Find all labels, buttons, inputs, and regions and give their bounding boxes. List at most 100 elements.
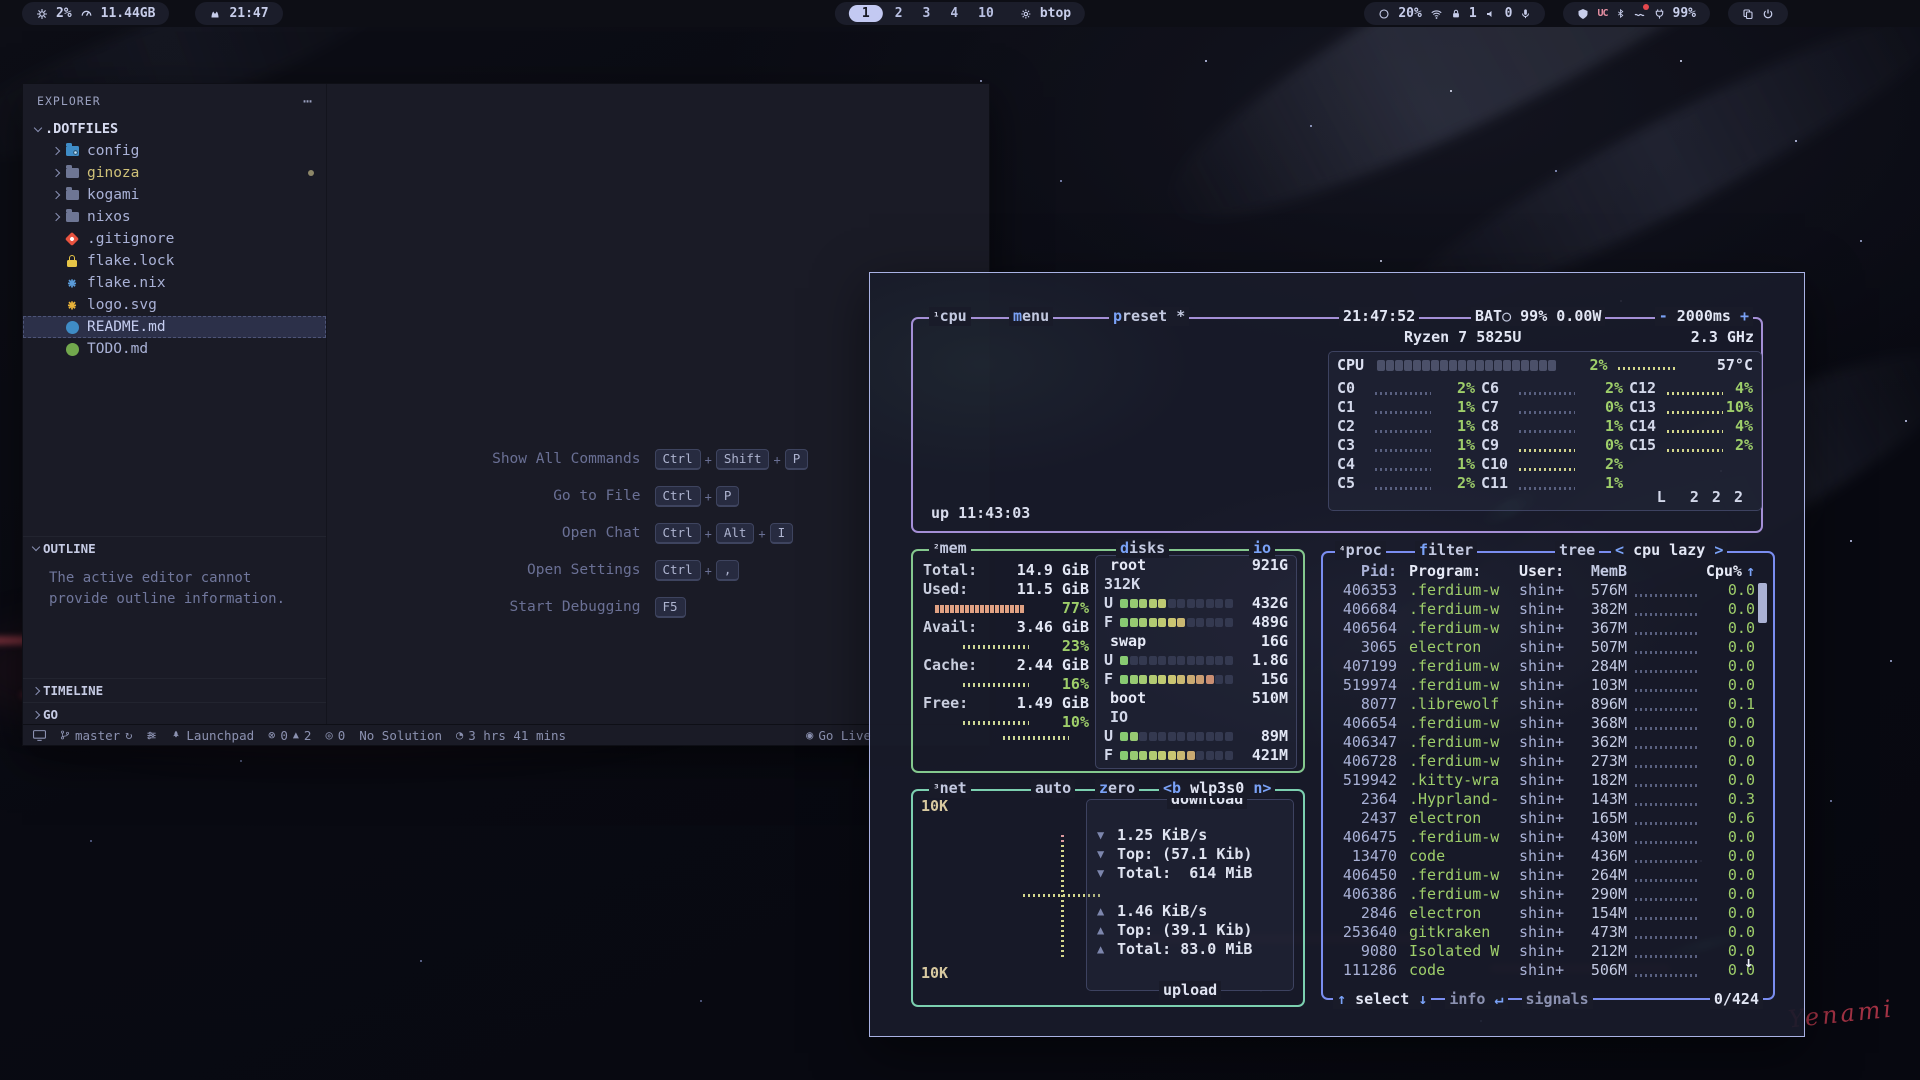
tree-item[interactable]: flake.nix	[23, 272, 326, 294]
key-chip: Shift	[716, 449, 770, 470]
process-row[interactable]: 406347 .ferdium-w shin+ 362M 0.0	[1323, 733, 1773, 752]
proc-scrollbar[interactable]	[1758, 583, 1767, 623]
core-percent: 10%	[1726, 398, 1753, 417]
more-actions-icon[interactable]: ⋯	[303, 92, 312, 110]
process-row[interactable]: 253640 gitkraken shin+ 473M 0.0	[1323, 923, 1773, 942]
net-interface-switcher[interactable]: <b wlp3s0 n>	[1159, 779, 1275, 798]
process-row[interactable]: 2437 electron shin+ 165M 0.6	[1323, 809, 1773, 828]
process-row[interactable]: 406564 .ferdium-w shin+ 367M 0.0	[1323, 619, 1773, 638]
memory-box: ²mem disks io Total: 14.9 GiB	[911, 549, 1305, 773]
quick-settings-pill[interactable]: 20% 1 0	[1364, 2, 1545, 25]
tree-toggle-button[interactable]: tree	[1555, 541, 1599, 560]
outline-header[interactable]: OUTLINE	[23, 537, 326, 560]
process-user: shin+	[1519, 619, 1577, 638]
workspace-button[interactable]: 10	[970, 6, 1002, 21]
update-interval-control[interactable]: - 2000ms +	[1655, 307, 1753, 326]
process-row[interactable]: 406475 .ferdium-w shin+ 430M 0.0	[1323, 828, 1773, 847]
key-chip: +	[773, 453, 780, 467]
tree-root-dotfiles[interactable]: .DOTFILES	[23, 118, 326, 140]
select-hint[interactable]: ↑ select ↓	[1333, 990, 1431, 1009]
col-mem[interactable]: MemB	[1577, 562, 1627, 581]
preset-button[interactable]: preset *	[1109, 307, 1189, 326]
clock-pill[interactable]: 21:47	[195, 2, 282, 25]
filter-button[interactable]: filter	[1415, 541, 1477, 560]
tree-item[interactable]: TODO.md	[23, 338, 326, 360]
vpn-shield-icon	[1577, 8, 1589, 20]
process-pid: 406347	[1333, 733, 1397, 752]
solution-item[interactable]: No Solution	[359, 728, 442, 743]
ports-item[interactable]: ◎ 0	[325, 728, 345, 743]
net-auto-button[interactable]: auto	[1031, 779, 1075, 798]
col-pid[interactable]: Pid:	[1333, 562, 1397, 581]
scroll-down-icon[interactable]: ↓	[1744, 953, 1753, 972]
download-stats: ▼ 1.25 KiB/s ▼ Top: (57.1 Kib) ▼ Total: …	[1087, 800, 1293, 883]
system-stats-pill[interactable]: 2% 11.44GB	[22, 2, 169, 25]
process-row[interactable]: 111286 code shin+ 506M 0.0	[1323, 961, 1773, 980]
process-row[interactable]: 519974 .ferdium-w shin+ 103M 0.0	[1323, 676, 1773, 695]
process-row[interactable]: 407199 .ferdium-w shin+ 284M 0.0	[1323, 657, 1773, 676]
core-graph	[1375, 392, 1431, 395]
sliders-button[interactable]	[146, 730, 157, 741]
tray-pill[interactable]: UC 99%	[1563, 2, 1710, 25]
tree-item[interactable]: README.md	[23, 316, 326, 338]
process-row[interactable]: 406728 .ferdium-w shin+ 273M 0.0	[1323, 752, 1773, 771]
process-row[interactable]: 406353 .ferdium-w shin+ 576M 0.0	[1323, 581, 1773, 600]
process-row[interactable]: 3065 electron shin+ 507M 0.0	[1323, 638, 1773, 657]
info-hint[interactable]: info ↵	[1445, 990, 1507, 1009]
workspace-button[interactable]: 1	[849, 5, 883, 22]
disks-title[interactable]: disks	[1116, 539, 1169, 558]
col-program[interactable]: Program:	[1409, 562, 1513, 581]
col-user[interactable]: User:	[1519, 562, 1577, 581]
core-graph	[1375, 449, 1431, 452]
process-row[interactable]: 13470 code shin+ 436M 0.0	[1323, 847, 1773, 866]
process-row[interactable]: 9080 Isolated W shin+ 212M 0.0	[1323, 942, 1773, 961]
col-cpu[interactable]: Cpu%	[1696, 562, 1742, 581]
workspace-button[interactable]: 3	[915, 6, 939, 21]
process-row[interactable]: 406654 .ferdium-w shin+ 368M 0.0	[1323, 714, 1773, 733]
go-header[interactable]: GO	[23, 703, 326, 726]
workspace-button[interactable]: 2	[887, 6, 911, 21]
sort-prev-button[interactable]: <	[1615, 541, 1624, 559]
timeline-header[interactable]: TIMELINE	[23, 679, 326, 702]
workspace-button[interactable]: 4	[942, 6, 966, 21]
net-zero-button[interactable]: zero	[1095, 779, 1139, 798]
sort-next-button[interactable]: >	[1714, 541, 1723, 559]
proc-box-title[interactable]: ⁴proc	[1335, 541, 1386, 560]
tree-item[interactable]: kogami	[23, 184, 326, 206]
core-percent: 2%	[1605, 455, 1623, 474]
menu-button[interactable]: menu	[1009, 307, 1053, 326]
net-box-title[interactable]: ³net	[929, 779, 971, 798]
process-cpu: 0.0	[1709, 828, 1755, 847]
process-row[interactable]: 2364 .Hyprland- shin+ 143M 0.3	[1323, 790, 1773, 809]
process-row[interactable]: 406450 .ferdium-w shin+ 264M 0.0	[1323, 866, 1773, 885]
tree-item[interactable]: nixos	[23, 206, 326, 228]
mem-box-title[interactable]: ²mem	[929, 539, 971, 558]
tree-item[interactable]: .gitignore	[23, 228, 326, 250]
process-row[interactable]: 2846 electron shin+ 154M 0.0	[1323, 904, 1773, 923]
disk-note: 312K	[1104, 575, 1140, 594]
cpu-box-title[interactable]: ¹cpu	[929, 307, 971, 326]
interval-increase-button[interactable]: +	[1740, 307, 1749, 325]
process-row[interactable]: 406386 .ferdium-w shin+ 290M 0.0	[1323, 885, 1773, 904]
stat-value: 1.49 GiB	[1017, 694, 1089, 713]
remote-window-button[interactable]	[33, 730, 46, 741]
session-pill[interactable]	[1728, 2, 1788, 25]
process-row[interactable]: 8077 .librewolf shin+ 896M 0.1	[1323, 695, 1773, 714]
process-mem: 182M	[1577, 771, 1627, 790]
tree-item[interactable]: config	[23, 140, 326, 162]
process-row[interactable]: 406684 .ferdium-w shin+ 382M 0.0	[1323, 600, 1773, 619]
launchpad-item[interactable]: Launchpad	[171, 728, 254, 743]
signals-hint[interactable]: signals	[1522, 990, 1593, 1009]
tree-item[interactable]: flake.lock	[23, 250, 326, 272]
process-mem: 473M	[1577, 923, 1627, 942]
tree-item[interactable]: ginoza	[23, 162, 326, 184]
problems-item[interactable]: ⊗ 0 ▲ 2	[268, 728, 311, 743]
process-row[interactable]: 519942 .kitty-wra shin+ 182M 0.0	[1323, 771, 1773, 790]
go-live-button[interactable]: ◉ Go Live	[806, 728, 871, 743]
io-mode-button[interactable]: io	[1249, 539, 1275, 558]
tree-item[interactable]: logo.svg	[23, 294, 326, 316]
sort-control[interactable]: < cpu lazy >	[1611, 541, 1727, 560]
git-branch-item[interactable]: master ↻	[60, 728, 132, 743]
interval-decrease-button[interactable]: -	[1659, 307, 1668, 325]
time-tracker-item[interactable]: ◔ 3 hrs 41 mins	[456, 728, 566, 743]
